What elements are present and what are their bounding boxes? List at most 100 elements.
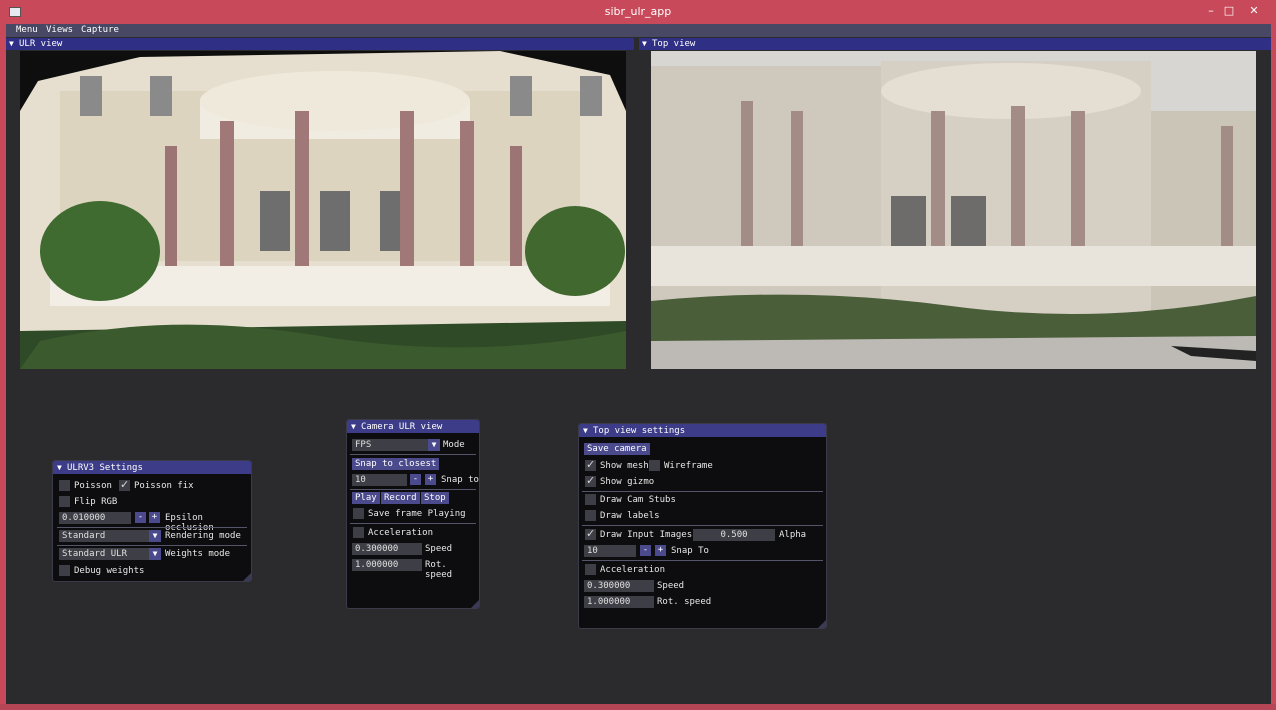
play-button[interactable]: Play — [352, 492, 380, 504]
epsilon-increment-button[interactable]: + — [149, 512, 160, 523]
top-view-settings-window[interactable]: ▼ Top view settings Save camera ✓ Show m… — [578, 423, 827, 629]
menu-item-capture[interactable]: Capture — [81, 25, 119, 35]
poisson-fix-checkbox[interactable]: ✓ — [119, 478, 130, 491]
menu-item-views[interactable]: Views — [46, 25, 73, 35]
ulr-view-render[interactable] — [20, 51, 626, 369]
draw-cam-stubs-label: Draw Cam Stubs — [600, 495, 676, 505]
top-view-render[interactable] — [651, 51, 1256, 369]
camera-rot-speed-input[interactable]: 1.000000 — [352, 559, 422, 571]
top-acceleration-label: Acceleration — [600, 565, 666, 575]
ulrv3-settings-window[interactable]: ▼ ULRV3 Settings Poisson ✓ Poisson fix F… — [52, 460, 252, 582]
show-gizmo-label: Show gizmo — [600, 477, 655, 487]
debug-weights-label: Debug weights — [74, 566, 145, 576]
resize-grip[interactable] — [243, 573, 251, 581]
top-speed-input[interactable]: 0.300000 — [584, 580, 654, 592]
top-rot-speed-input[interactable]: 1.000000 — [584, 596, 654, 608]
debug-weights-checkbox[interactable] — [59, 565, 70, 576]
ulr-view-header[interactable]: ▼ ULR view — [6, 38, 634, 50]
camera-acceleration-label: Acceleration — [368, 528, 434, 538]
collapse-triangle-icon[interactable]: ▼ — [583, 426, 588, 435]
draw-input-images-checkbox[interactable]: ✓ — [585, 527, 596, 540]
separator — [350, 523, 476, 524]
top-snap-to-label: Snap To — [671, 546, 709, 556]
close-button[interactable]: ✕ — [1243, 3, 1265, 19]
rendering-mode-label: Rendering mode — [165, 531, 241, 541]
separator — [582, 525, 823, 526]
save-frame-checkbox[interactable] — [353, 508, 364, 519]
top-view-title: Top view — [652, 39, 696, 49]
top-snap-decrement-button[interactable]: - — [640, 545, 651, 556]
collapse-triangle-icon[interactable]: ▼ — [9, 39, 14, 48]
poisson-label: Poisson — [74, 481, 112, 491]
show-mesh-checkbox[interactable]: ✓ — [585, 458, 596, 471]
collapse-triangle-icon[interactable]: ▼ — [351, 422, 356, 431]
top-speed-label: Speed — [657, 581, 685, 591]
separator — [350, 454, 476, 455]
top-snap-to-input[interactable]: 10 — [584, 545, 636, 557]
collapse-triangle-icon[interactable]: ▼ — [642, 39, 647, 48]
camera-mode-select[interactable]: FPS — [352, 439, 429, 451]
top-rot-speed-label: Rot. speed — [657, 597, 712, 607]
epsilon-occlusion-input[interactable]: 0.010000 — [59, 512, 131, 524]
check-icon: ✓ — [586, 474, 596, 487]
chevron-down-icon[interactable]: ▼ — [149, 530, 161, 542]
wireframe-checkbox[interactable] — [649, 460, 660, 471]
top-view-settings-title: Top view settings — [593, 426, 686, 436]
check-icon: ✓ — [120, 478, 130, 491]
separator — [350, 489, 476, 490]
rendering-mode-select[interactable]: Standard — [59, 530, 149, 542]
save-frame-label: Save frame Playing — [368, 509, 466, 519]
flip-rgb-checkbox[interactable] — [59, 496, 70, 507]
check-icon: ✓ — [586, 458, 596, 471]
ulrv3-settings-titlebar[interactable]: ▼ ULRV3 Settings — [53, 461, 251, 474]
window-title: sibr_ulr_app — [604, 5, 672, 18]
alpha-label: Alpha — [779, 530, 807, 540]
flip-rgb-label: Flip RGB — [74, 497, 118, 507]
draw-input-images-label: Draw Input Images — [600, 530, 693, 540]
poisson-checkbox[interactable] — [59, 480, 70, 491]
resize-grip[interactable] — [471, 600, 479, 608]
draw-cam-stubs-checkbox[interactable] — [585, 494, 596, 505]
snap-increment-button[interactable]: + — [425, 474, 436, 485]
menu-bar: Menu Views Capture — [6, 24, 1271, 37]
record-button[interactable]: Record — [381, 492, 420, 504]
draw-labels-checkbox[interactable] — [585, 510, 596, 521]
epsilon-occlusion-label: Epsilon occlusion — [165, 513, 214, 533]
wireframe-label: Wireframe — [664, 461, 713, 471]
top-acceleration-checkbox[interactable] — [585, 564, 596, 575]
camera-acceleration-checkbox[interactable] — [353, 527, 364, 538]
snap-decrement-button[interactable]: - — [410, 474, 421, 485]
top-render-image — [651, 51, 1256, 369]
separator — [582, 491, 823, 492]
snap-to-closest-button[interactable]: Snap to closest — [352, 458, 440, 470]
top-view-header[interactable]: ▼ Top view — [639, 38, 1271, 50]
save-camera-button[interactable]: Save camera — [584, 443, 650, 455]
main-workspace: Menu Views Capture ▼ ULR view ▼ Top view… — [6, 24, 1271, 704]
show-gizmo-checkbox[interactable]: ✓ — [585, 474, 596, 487]
maximize-button[interactable]: □ — [1218, 3, 1240, 19]
top-snap-increment-button[interactable]: + — [655, 545, 666, 556]
weights-mode-select[interactable]: Standard ULR — [59, 548, 149, 560]
camera-ulr-view-titlebar[interactable]: ▼ Camera ULR view — [347, 420, 479, 433]
resize-grip[interactable] — [818, 620, 826, 628]
epsilon-decrement-button[interactable]: - — [135, 512, 146, 523]
chevron-down-icon[interactable]: ▼ — [428, 439, 440, 451]
collapse-triangle-icon[interactable]: ▼ — [57, 463, 62, 472]
show-mesh-label: Show mesh — [600, 461, 649, 471]
stop-button[interactable]: Stop — [421, 492, 449, 504]
chevron-down-icon[interactable]: ▼ — [149, 548, 161, 560]
status-bar — [0, 704, 1276, 710]
camera-mode-label: Mode — [443, 440, 465, 450]
check-icon: ✓ — [586, 527, 596, 540]
ulrv3-settings-title: ULRV3 Settings — [67, 463, 143, 473]
alpha-slider[interactable]: 0.500 — [693, 529, 775, 541]
menu-item-menu[interactable]: Menu — [16, 25, 38, 35]
snap-to-input[interactable]: 10 — [352, 474, 407, 486]
weights-mode-label: Weights mode — [165, 549, 231, 559]
camera-speed-input[interactable]: 0.300000 — [352, 543, 422, 555]
separator — [57, 545, 247, 546]
camera-rot-speed-label: Rot. speed — [425, 560, 453, 580]
top-view-settings-titlebar[interactable]: ▼ Top view settings — [579, 424, 826, 437]
camera-ulr-view-window[interactable]: ▼ Camera ULR view FPS ▼ Mode Snap to clo… — [346, 419, 480, 609]
separator — [57, 527, 247, 528]
